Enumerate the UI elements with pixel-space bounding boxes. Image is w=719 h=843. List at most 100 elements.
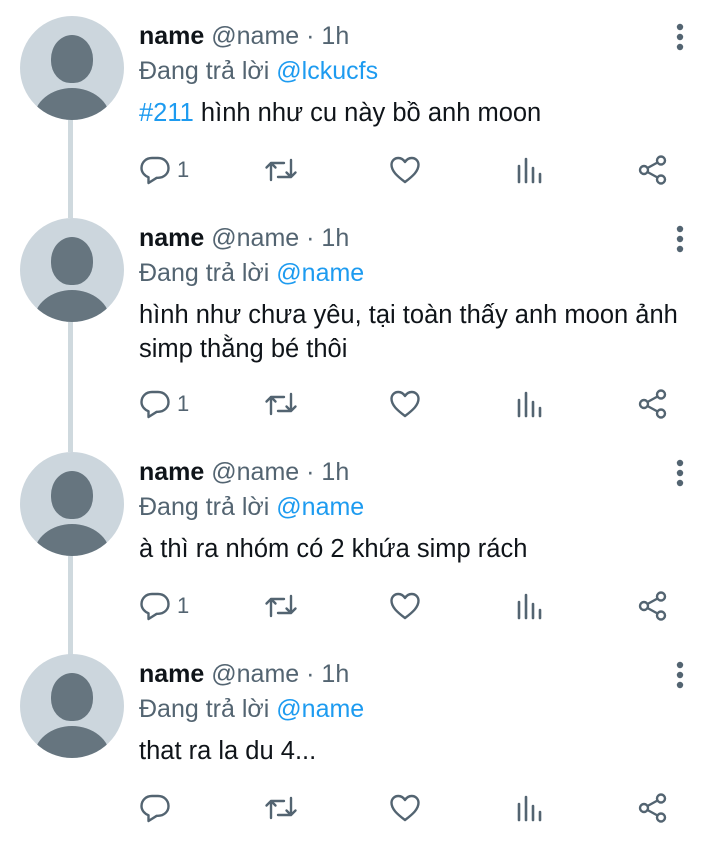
share-button[interactable] — [637, 384, 669, 424]
tweet-action-bar: 1 — [139, 586, 699, 626]
avatar[interactable] — [20, 654, 124, 758]
more-options-icon[interactable] — [675, 458, 685, 488]
replying-to-mention[interactable]: @name — [276, 493, 364, 521]
display-name[interactable]: name — [139, 22, 204, 50]
tweet-action-bar — [139, 788, 699, 828]
replying-to-line: Đang trả lời @lckucfs — [139, 54, 699, 88]
tweet-header: name @name · 1h — [139, 220, 699, 256]
share-button[interactable] — [637, 586, 669, 626]
retweet-button[interactable] — [263, 150, 299, 190]
more-options-icon[interactable] — [675, 22, 685, 52]
user-handle[interactable]: @name — [211, 224, 299, 252]
bar-chart-icon — [517, 795, 542, 822]
display-name[interactable]: name — [139, 224, 204, 252]
retweet-arrows-icon — [265, 796, 297, 820]
avatar-body-shape — [34, 524, 110, 556]
tweet-content: name @name · 1h Đang trả lời @name hình … — [139, 220, 699, 366]
user-handle[interactable]: @name — [211, 22, 299, 50]
replying-to-mention[interactable]: @lckucfs — [276, 57, 378, 85]
timestamp[interactable]: 1h — [321, 22, 349, 50]
heart-icon — [390, 794, 420, 822]
bar-chart-icon — [517, 593, 542, 620]
avatar[interactable] — [20, 16, 124, 120]
tweet-action-bar: 1 — [139, 150, 699, 190]
reply-count: 1 — [177, 391, 190, 416]
avatar-head-shape — [51, 35, 93, 83]
bar-chart-icon — [517, 157, 542, 184]
speech-bubble-icon — [140, 390, 170, 419]
reply-button[interactable] — [139, 788, 177, 828]
avatar-head-shape — [51, 237, 93, 285]
views-button[interactable] — [515, 788, 545, 828]
replying-to-mention[interactable]: @name — [276, 695, 364, 723]
hashtag-link[interactable]: #211 — [139, 99, 194, 127]
replying-to-line: Đang trả lời @name — [139, 256, 699, 290]
avatar-body-shape — [34, 88, 110, 120]
replying-to-label: Đang trả lời — [139, 57, 270, 85]
replying-to-line: Đang trả lời @name — [139, 692, 699, 726]
tweet-text: à thì ra nhóm có 2 khứa simp rách — [139, 535, 528, 563]
replying-to-mention[interactable]: @name — [276, 259, 364, 287]
retweet-arrows-icon — [265, 392, 297, 416]
avatar[interactable] — [20, 218, 124, 322]
more-options-icon[interactable] — [675, 224, 685, 254]
speech-bubble-icon — [140, 794, 170, 823]
reply-count: 1 — [177, 593, 190, 618]
user-handle[interactable]: @name — [211, 660, 299, 688]
more-options-icon[interactable] — [675, 660, 685, 690]
tweet-header: name @name · 1h — [139, 656, 699, 692]
views-button[interactable] — [515, 150, 545, 190]
tweet-body-text: hình như cu này bồ anh moon — [193, 99, 542, 127]
display-name[interactable]: name — [139, 458, 204, 486]
like-button[interactable] — [389, 384, 421, 424]
bar-chart-icon — [517, 391, 542, 418]
tweet-content: name @name · 1h Đang trả lời @name à thì… — [139, 454, 699, 566]
reply-thread: name @name · 1h Đang trả lời @lckucfs #2… — [0, 0, 719, 843]
tweet-content: name @name · 1h Đang trả lời @name that … — [139, 656, 699, 768]
tweet[interactable]: name @name · 1h Đang trả lời @lckucfs #2… — [0, 0, 719, 202]
replying-to-label: Đang trả lời — [139, 695, 270, 723]
replying-to-label: Đang trả lời — [139, 259, 270, 287]
replying-to-label: Đang trả lời — [139, 493, 270, 521]
share-icon — [638, 155, 667, 185]
tweet-text: #211 hình như cu này bồ anh moon — [139, 96, 699, 130]
tweet-content: name @name · 1h Đang trả lời @lckucfs #2… — [139, 18, 699, 130]
like-button[interactable] — [389, 586, 421, 626]
speech-bubble-icon — [140, 592, 170, 621]
tweet[interactable]: name @name · 1h Đang trả lời @name hình … — [0, 202, 719, 436]
retweet-button[interactable] — [263, 384, 299, 424]
retweet-button[interactable] — [263, 586, 299, 626]
tweet[interactable]: name @name · 1h Đang trả lời @name that … — [0, 638, 719, 843]
reply-button[interactable]: 1 — [139, 586, 189, 626]
tweet-text: hình như chưa yêu, tại toàn thấy anh moo… — [139, 301, 678, 363]
share-button[interactable] — [637, 150, 669, 190]
separator-dot: · — [306, 224, 315, 252]
retweet-arrows-icon — [265, 594, 297, 618]
retweet-arrows-icon — [265, 158, 297, 182]
retweet-button[interactable] — [263, 788, 299, 828]
reply-count: 1 — [177, 157, 190, 182]
reply-button[interactable]: 1 — [139, 150, 189, 190]
user-handle[interactable]: @name — [211, 458, 299, 486]
heart-icon — [390, 156, 420, 184]
tweet-header: name @name · 1h — [139, 454, 699, 490]
separator-dot: · — [306, 22, 315, 50]
avatar[interactable] — [20, 452, 124, 556]
like-button[interactable] — [389, 150, 421, 190]
tweet[interactable]: name @name · 1h Đang trả lời @name à thì… — [0, 436, 719, 638]
like-button[interactable] — [389, 788, 421, 828]
tweet-text: that ra la du 4... — [139, 737, 317, 765]
display-name[interactable]: name — [139, 660, 204, 688]
timestamp[interactable]: 1h — [321, 458, 349, 486]
heart-icon — [390, 592, 420, 620]
separator-dot: · — [306, 660, 315, 688]
timestamp[interactable]: 1h — [321, 660, 349, 688]
avatar-body-shape — [34, 726, 110, 758]
timestamp[interactable]: 1h — [321, 224, 349, 252]
views-button[interactable] — [515, 586, 545, 626]
share-button[interactable] — [637, 788, 669, 828]
share-icon — [638, 793, 667, 823]
avatar-body-shape — [34, 290, 110, 322]
views-button[interactable] — [515, 384, 545, 424]
reply-button[interactable]: 1 — [139, 384, 189, 424]
